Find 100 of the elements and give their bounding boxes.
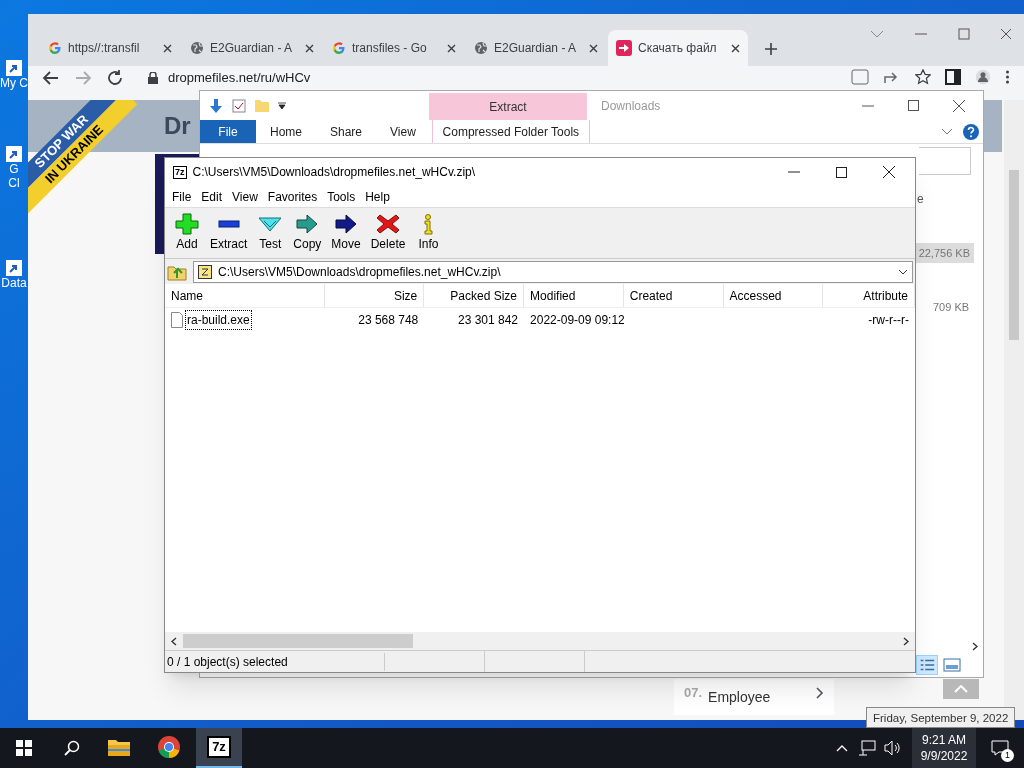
column-header[interactable]: Name [165,284,325,307]
clock[interactable]: 9:21 AM 9/9/2022 [912,728,976,768]
volume-icon[interactable] [884,740,902,756]
table-cell[interactable]: ra-build.exe [185,310,252,330]
shortcut-icon [6,60,22,76]
browser-tab[interactable]: https//:transfil [40,30,180,66]
dropdown-icon[interactable] [278,101,286,110]
status-text: 0 / 1 object(s) selected [165,652,385,671]
column-header[interactable]: Accessed [723,284,824,307]
details-view-icon[interactable] [916,655,938,675]
toolbar-button[interactable]: Add [169,213,205,253]
window-title: C:\Users\VM5\Downloads\dropmefiles.net_wHCv.zip\ [192,164,476,181]
toolbar-button[interactable]: Delete [365,213,411,253]
ribbon-tab[interactable]: Compressed Folder Tools [431,120,590,143]
icon-label: My C [0,76,28,90]
column-header[interactable]: Packed Size [424,284,525,307]
icon-label: G [9,162,19,176]
chevron-right-icon[interactable] [816,687,824,699]
shortcut-icon [6,146,22,162]
column-header[interactable]: Modified [524,284,624,307]
menu-item[interactable]: Edit [196,187,228,206]
ribbon-tab[interactable]: File [200,120,256,143]
scroll-left-icon[interactable] [171,636,177,646]
file-icon [171,312,183,328]
chevron-down-icon[interactable] [898,268,908,275]
ribbon-tab[interactable]: Share [316,120,377,143]
scrollbar-thumb[interactable] [183,634,413,648]
message-icon [991,740,1009,756]
tab-title: E2Guardian - A [494,40,578,57]
download-icon[interactable] [208,97,224,114]
reload-icon[interactable] [106,69,124,87]
chevron-up-icon[interactable] [836,744,848,752]
column-header[interactable]: Attribute [823,284,915,307]
properties-icon[interactable] [232,98,246,113]
toolbar-button[interactable]: Test [252,213,289,253]
chevron-up-icon [954,685,968,693]
help-icon[interactable] [963,123,979,140]
ribbon-tab[interactable]: View [376,120,430,143]
thumbnail-view-icon[interactable] [942,656,962,674]
more-icon[interactable] [1005,69,1010,85]
date-tooltip: Friday, September 9, 2022 [866,707,1016,728]
back-icon[interactable] [42,69,60,87]
menu-item[interactable]: Tools [322,187,361,206]
menu-item[interactable]: Favorites [262,187,323,206]
scroll-right-icon[interactable] [972,642,978,651]
toolbar-button[interactable]: Extract [205,213,253,253]
windows-icon [16,740,32,756]
close-icon[interactable] [163,43,172,53]
network-icon[interactable] [858,740,876,756]
menu-item[interactable]: File [167,187,197,206]
tab-title: Скачать файл [638,40,718,57]
menu-item[interactable]: View [227,187,263,206]
maximize-icon[interactable] [836,166,847,178]
globe-icon [474,41,488,55]
file-size: 22,756 KB [918,245,970,261]
archive-icon [198,264,212,279]
close-icon[interactable] [447,43,456,53]
icon-label: Cl [8,176,20,190]
profile-icon[interactable] [975,69,991,85]
toolbar-button[interactable]: Copy [288,213,327,253]
sidebar-icon[interactable] [945,69,961,85]
maximize-icon[interactable] [908,100,919,111]
globe-icon [190,41,204,55]
table-cell: 23 568 748 [358,313,419,327]
column-header[interactable]: Created [623,284,724,307]
site-logo: Dr [164,111,191,141]
menu-item[interactable]: Help [360,187,395,206]
close-icon[interactable] [953,99,965,112]
scroll-right-icon[interactable] [903,636,909,646]
plus-icon [174,213,200,235]
url-text[interactable]: dropmefiles.net/ru/wHCv [168,70,311,86]
close-icon[interactable] [589,43,598,53]
close-icon[interactable] [305,43,314,53]
window-title: Downloads [601,97,661,115]
app-logo: 7z [207,736,231,758]
column-header[interactable]: Size [324,284,425,307]
star-icon[interactable] [915,69,931,85]
browser-tab[interactable]: E2Guardian - A [466,30,606,66]
notification-button[interactable]: 1 [976,728,1024,768]
browser-tab[interactable]: E2Guardian - A [182,30,322,66]
taskbar-button[interactable]: 7z [196,728,242,768]
plus-icon[interactable] [764,42,778,56]
browser-tab[interactable]: transfiles - Go [324,30,464,66]
search-icon [64,740,80,756]
close-icon[interactable] [731,43,740,53]
google-icon [332,41,346,55]
close-icon[interactable] [883,166,895,178]
shortcut-icon [6,260,22,276]
chrome-icon [157,735,181,759]
table-cell: -rw-r--r- [868,313,909,327]
toolbar-button[interactable]: Move [326,213,366,253]
ribbon-tab[interactable]: Home [256,120,316,143]
toolbar-button[interactable]: Info [410,213,447,253]
browser-tab[interactable]: Скачать файл [608,30,748,66]
folder-icon [107,737,131,757]
translate-icon[interactable] [851,69,869,85]
path-field[interactable]: C:\Users\VM5\Downloads\dropmefiles.net_wHCv.zip\ [193,260,913,283]
tab-title: transfiles - Go [352,40,428,57]
lock-icon [148,72,158,84]
notification-count: 1 [1001,749,1014,762]
